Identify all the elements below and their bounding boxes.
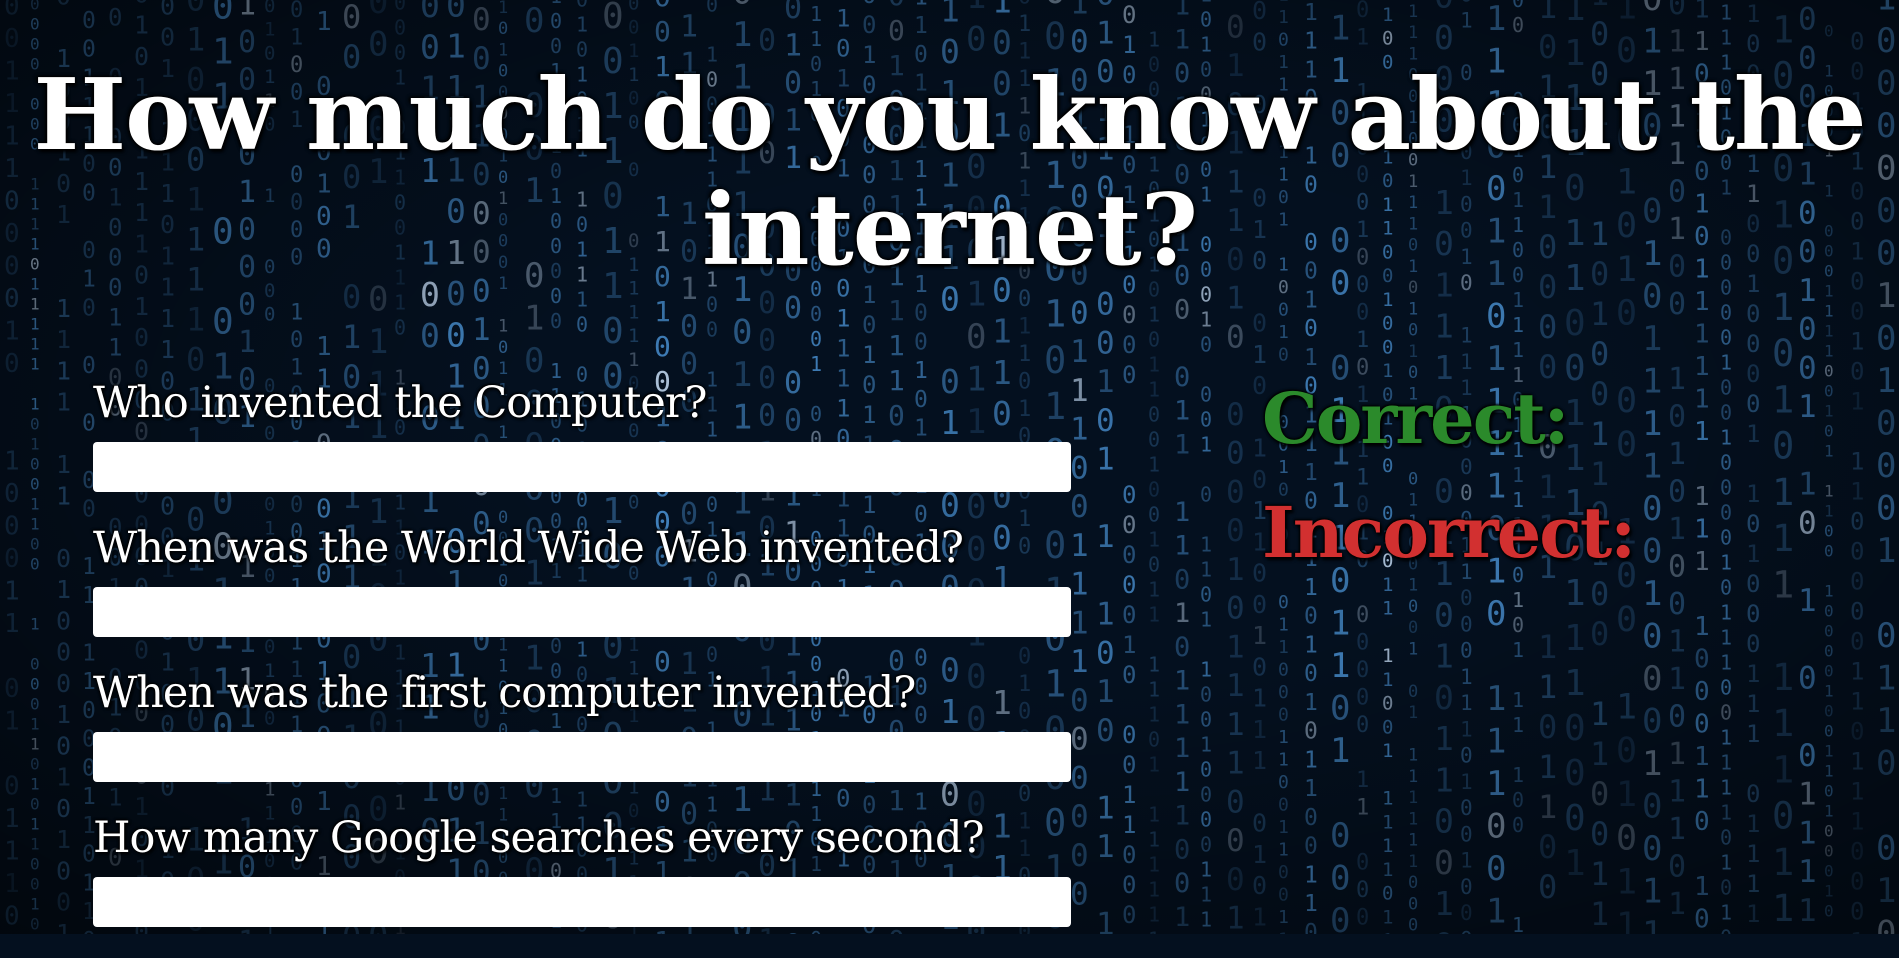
question-block-1: Who invented the Computer? <box>93 378 1073 523</box>
answer-input-4[interactable] <box>93 877 1071 927</box>
question-label: How many Google searches every second? <box>93 813 1073 863</box>
page-title: How much do you know about the internet? <box>0 58 1899 288</box>
score-panel: Correct: Incorrect: <box>1262 378 1634 574</box>
question-label: Who invented the Computer? <box>93 378 1073 428</box>
quiz-page: How much do you know about the internet?… <box>0 0 1899 934</box>
correct-score-label: Correct: <box>1262 378 1634 460</box>
incorrect-score-label: Incorrect: <box>1262 492 1634 574</box>
quiz-form: Who invented the Computer? When was the … <box>93 378 1073 958</box>
question-block-3: When was the first computer invented? <box>93 668 1073 813</box>
question-label: When was the World Wide Web invented? <box>93 523 1073 573</box>
question-label: When was the first computer invented? <box>93 668 1073 718</box>
question-block-2: When was the World Wide Web invented? <box>93 523 1073 668</box>
answer-input-1[interactable] <box>93 442 1071 492</box>
answer-input-3[interactable] <box>93 732 1071 782</box>
answer-input-2[interactable] <box>93 587 1071 637</box>
question-block-4: How many Google searches every second? <box>93 813 1073 958</box>
